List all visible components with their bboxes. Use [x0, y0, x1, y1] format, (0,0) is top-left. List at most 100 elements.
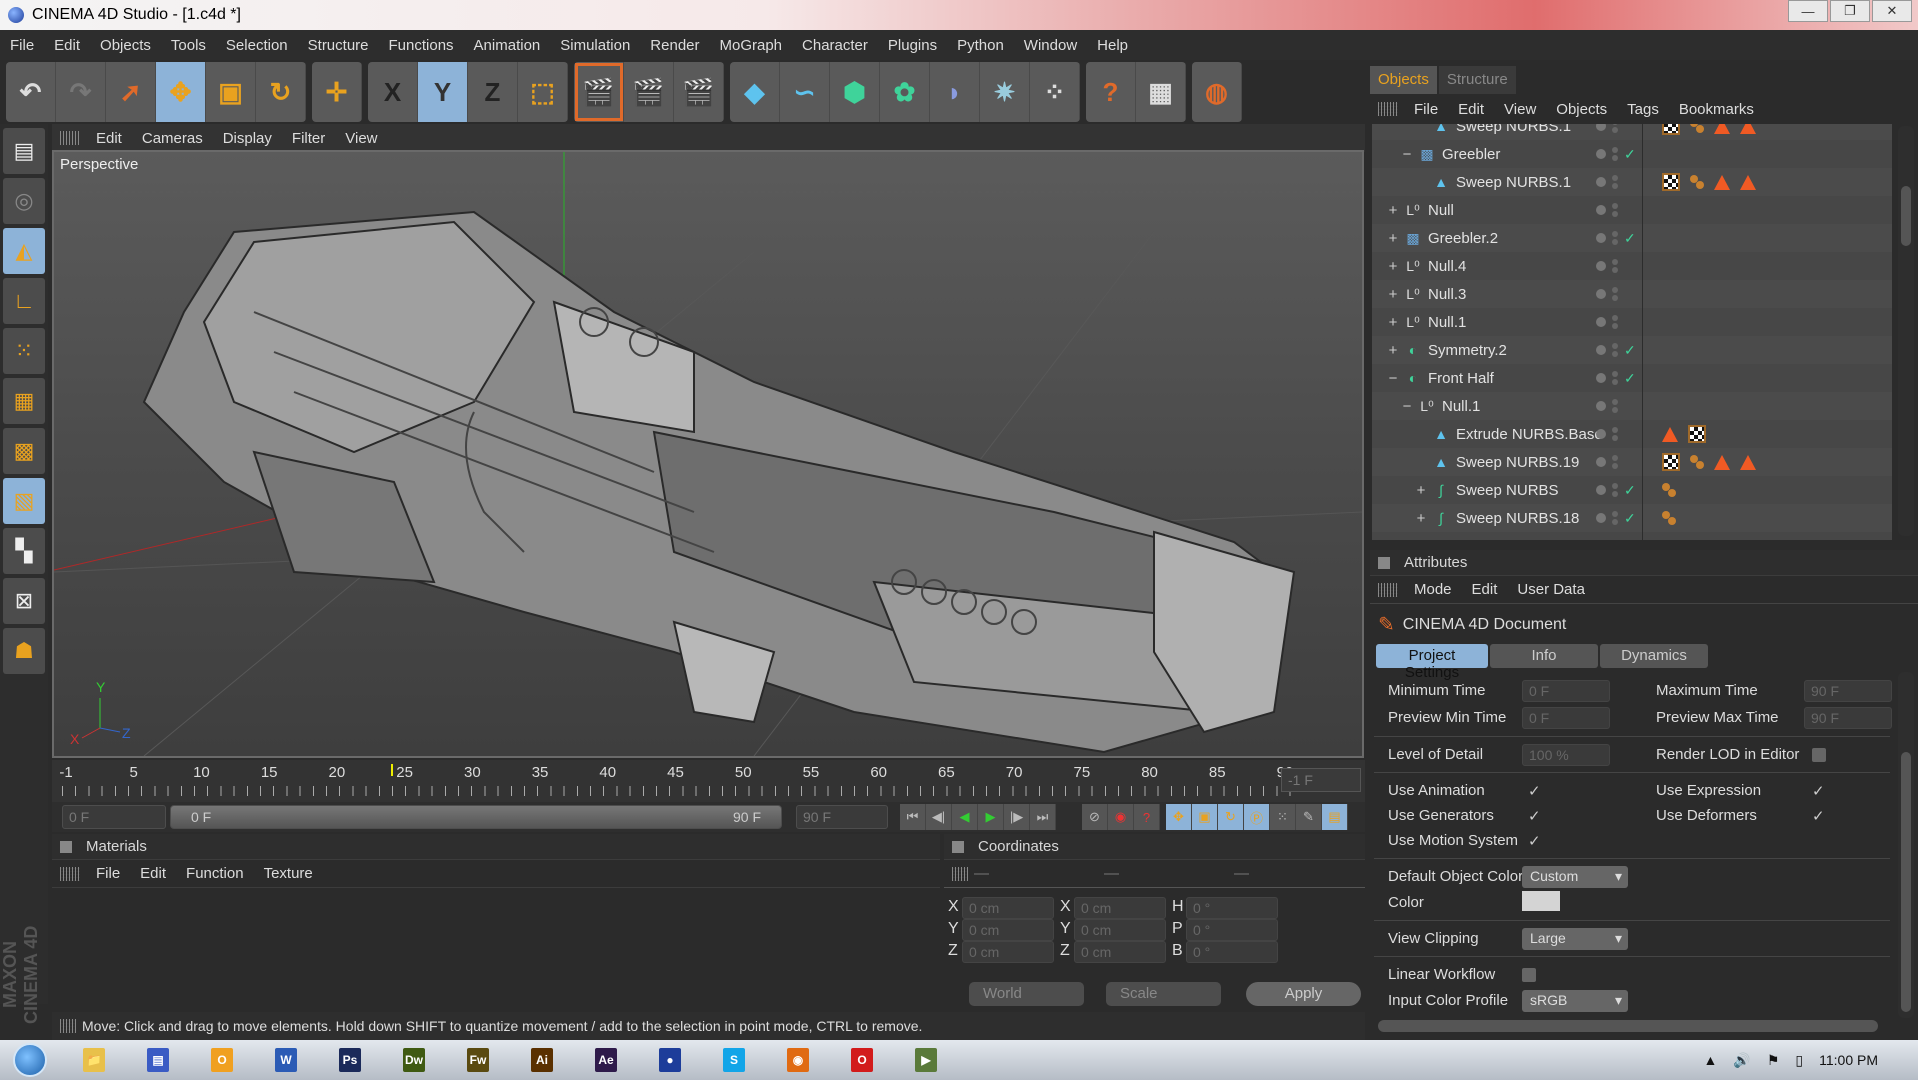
visibility-toggle[interactable] — [1612, 371, 1618, 385]
materials-menu-file[interactable]: File — [86, 865, 130, 882]
layer-dot[interactable] — [1596, 513, 1606, 523]
visibility-toggle[interactable] — [1612, 124, 1618, 133]
coord-pos-z-field[interactable]: 0 cm — [962, 941, 1054, 963]
materials-menu-texture[interactable]: Texture — [254, 865, 323, 882]
taskbar-terminal[interactable]: ▶ — [898, 1041, 954, 1079]
maximize-button[interactable]: ❐ — [1830, 0, 1870, 22]
checker-icon[interactable]: ▚ — [3, 528, 45, 574]
object-row[interactable]: − ▩ Greebler ✓ — [1372, 140, 1892, 168]
show-hidden-icons[interactable]: ▲ — [1704, 1052, 1718, 1068]
object-row[interactable]: − L⁰ Null.1 — [1372, 392, 1892, 420]
play-backward-icon[interactable]: ◀ — [952, 804, 978, 830]
expand-toggle[interactable]: + — [1386, 202, 1400, 219]
record-keys-icon[interactable]: ⊘ — [1082, 804, 1108, 830]
visibility-toggle[interactable] — [1612, 203, 1618, 217]
sculpt-icon[interactable]: ☗ — [3, 628, 45, 674]
key-point-level-icon[interactable]: ⁙ — [1270, 804, 1296, 830]
scale-tool-icon[interactable]: ▣ — [206, 62, 256, 122]
attributes-menu-edit[interactable]: Edit — [1462, 581, 1508, 598]
attributes-hscrollbar[interactable] — [1378, 1020, 1878, 1032]
coord-size-y-field[interactable]: 0 cm — [1074, 919, 1166, 941]
objects-menu-view[interactable]: View — [1494, 101, 1546, 118]
preview-max-field[interactable]: 90 F — [1804, 707, 1892, 729]
spline-icon[interactable]: ∽ — [780, 62, 830, 122]
go-to-start-icon[interactable]: ⏮ — [900, 804, 926, 830]
menu-mograph[interactable]: MoGraph — [710, 37, 793, 54]
viewport-menu-cameras[interactable]: Cameras — [132, 130, 213, 147]
attributes-menu-mode[interactable]: Mode — [1404, 581, 1462, 598]
workplane-icon[interactable]: ⊠ — [3, 578, 45, 624]
linear-workflow-checkbox[interactable] — [1522, 968, 1536, 982]
object-axis-icon[interactable]: ∟ — [3, 278, 45, 324]
object-name[interactable]: Null.1 — [1428, 314, 1466, 331]
menu-edit[interactable]: Edit — [44, 37, 90, 54]
attributes-menu-user-data[interactable]: User Data — [1507, 581, 1595, 598]
layer-dot[interactable] — [1596, 457, 1606, 467]
use-generators-checkbox[interactable]: ✓ — [1528, 807, 1542, 825]
y-axis-button[interactable]: Y — [418, 62, 468, 122]
visibility-toggle[interactable] — [1612, 231, 1618, 245]
expand-toggle[interactable]: + — [1386, 258, 1400, 275]
timeline-ruler[interactable]: -151015202530354045505560657075808590 -1… — [52, 760, 1365, 802]
nurbs-icon[interactable]: ⬢ — [830, 62, 880, 122]
expand-toggle[interactable]: + — [1386, 342, 1400, 359]
web-globe-icon[interactable]: ◍ — [1192, 62, 1242, 122]
visibility-toggle[interactable] — [1612, 427, 1618, 441]
undo-icon[interactable]: ↶ — [6, 62, 56, 122]
menu-python[interactable]: Python — [947, 37, 1014, 54]
tab-structure[interactable]: Structure — [1438, 66, 1516, 94]
menu-render[interactable]: Render — [640, 37, 709, 54]
polygons-mode-icon[interactable]: ▩ — [3, 428, 45, 474]
render-view-icon[interactable]: 🎬 — [574, 62, 624, 122]
visibility-toggle[interactable] — [1612, 259, 1618, 273]
current-frame-field[interactable]: -1 F — [1281, 768, 1361, 792]
expand-toggle[interactable]: + — [1414, 482, 1428, 499]
timeline-window-icon[interactable]: ▤ — [1322, 804, 1348, 830]
view-clipping-dropdown[interactable]: Large — [1522, 928, 1628, 950]
phong-tag-icon[interactable] — [1740, 174, 1756, 190]
layer-dot[interactable] — [1596, 345, 1606, 355]
expand-toggle[interactable]: − — [1400, 398, 1414, 415]
use-animation-checkbox[interactable]: ✓ — [1528, 782, 1542, 800]
menu-functions[interactable]: Functions — [379, 37, 464, 54]
layer-dot[interactable] — [1596, 485, 1606, 495]
scheme-icon[interactable]: ✎ — [1296, 804, 1322, 830]
texture-tag-icon[interactable] — [1662, 453, 1680, 471]
enabled-check-icon[interactable]: ✓ — [1624, 342, 1636, 359]
texture-tag-icon[interactable] — [1662, 173, 1680, 191]
object-row[interactable]: + L⁰ Null.4 — [1372, 252, 1892, 280]
enabled-check-icon[interactable]: ✓ — [1624, 510, 1636, 527]
layer-dot[interactable] — [1596, 149, 1606, 159]
edges-mode-icon[interactable]: ▦ — [3, 378, 45, 424]
object-row[interactable]: + ∫ Sweep NURBS ✓ — [1372, 476, 1892, 504]
taskbar-firefox[interactable]: ◉ — [770, 1041, 826, 1079]
color-swatch[interactable] — [1522, 891, 1560, 911]
object-name[interactable]: Null.1 — [1442, 398, 1480, 415]
apply-button[interactable]: Apply — [1246, 982, 1361, 1006]
particle-icon[interactable]: ⁘ — [1030, 62, 1080, 122]
objects-menu-objects[interactable]: Objects — [1546, 101, 1617, 118]
taskbar-save[interactable]: ▤ — [130, 1041, 186, 1079]
go-to-end-icon[interactable]: ⏭ — [1030, 804, 1056, 830]
points-mode-icon[interactable]: ⁙ — [3, 328, 45, 374]
expand-toggle[interactable]: + — [1386, 286, 1400, 303]
visibility-toggle[interactable] — [1612, 511, 1618, 525]
tab-info[interactable]: Info — [1490, 644, 1598, 668]
viewport-menu-display[interactable]: Display — [213, 130, 282, 147]
render-lod-checkbox[interactable] — [1812, 748, 1826, 762]
layer-dot[interactable] — [1596, 261, 1606, 271]
expand-toggle[interactable]: − — [1386, 370, 1400, 387]
panel-toggle-icon[interactable] — [60, 840, 72, 853]
enabled-check-icon[interactable]: ✓ — [1624, 370, 1636, 387]
phong-tag-icon[interactable] — [1714, 174, 1730, 190]
phong-tag-icon[interactable] — [1662, 426, 1678, 442]
menu-selection[interactable]: Selection — [216, 37, 298, 54]
menu-structure[interactable]: Structure — [298, 37, 379, 54]
key-rotation-icon[interactable]: ↻ — [1218, 804, 1244, 830]
layer-dot[interactable] — [1596, 317, 1606, 327]
object-name[interactable]: Sweep NURBS.1 — [1456, 174, 1571, 191]
objects-menu-file[interactable]: File — [1404, 101, 1448, 118]
model-mode-icon[interactable]: ◭ — [3, 228, 45, 274]
object-row[interactable]: − ◐ Front Half ✓ — [1372, 364, 1892, 392]
attributes-scrollbar[interactable] — [1898, 672, 1914, 1018]
